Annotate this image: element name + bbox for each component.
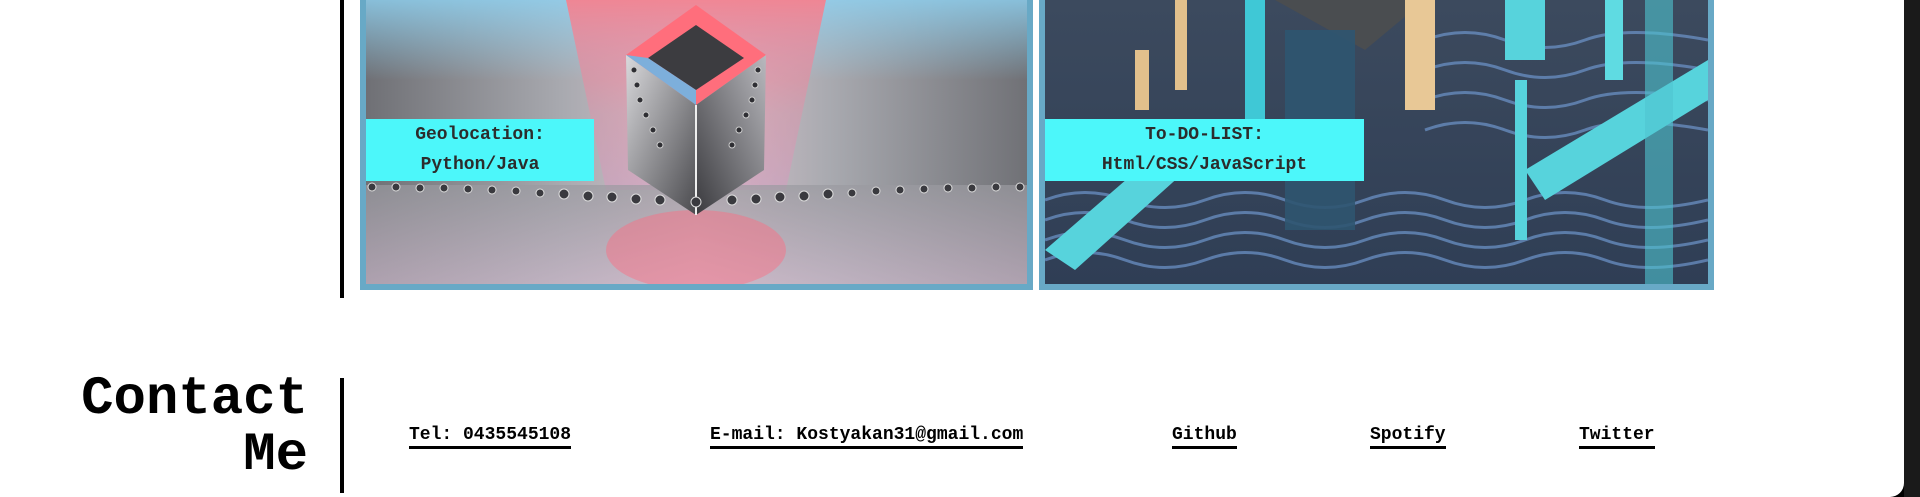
contact-heading-line1: Contact (81, 369, 308, 430)
project-card-todo-list[interactable]: To-DO-LIST: Html/CSS/JavaScript (1039, 0, 1714, 290)
project-card-geolocation[interactable]: Geolocation: Python/Java (360, 0, 1033, 290)
contact-divider-line (340, 378, 344, 493)
project-label-geolocation: Geolocation: Python/Java (366, 119, 594, 181)
project-title: Geolocation: (415, 125, 545, 145)
portfolio-page: Geolocation: Python/Java To-DO-LIST: Htm… (0, 0, 1904, 497)
project-title: To-DO-LIST: (1145, 125, 1264, 145)
project-tech: Html/CSS/JavaScript (1101, 155, 1308, 175)
project-label-todo-list: To-DO-LIST: Html/CSS/JavaScript (1045, 119, 1364, 181)
section-divider-line (340, 0, 344, 298)
twitter-link[interactable]: Twitter (1579, 425, 1655, 449)
contact-email-link[interactable]: E-mail: Kostyakan31@gmail.com (710, 425, 1024, 449)
window-edge (1904, 0, 1920, 497)
project-tech: Python/Java (420, 155, 540, 175)
contact-phone-link[interactable]: Tel: 0435545108 (409, 425, 572, 449)
spotify-link[interactable]: Spotify (1370, 425, 1446, 449)
contact-heading: Contact Me (81, 372, 308, 484)
contact-heading-line2: Me (243, 425, 308, 486)
github-link[interactable]: Github (1172, 425, 1237, 449)
